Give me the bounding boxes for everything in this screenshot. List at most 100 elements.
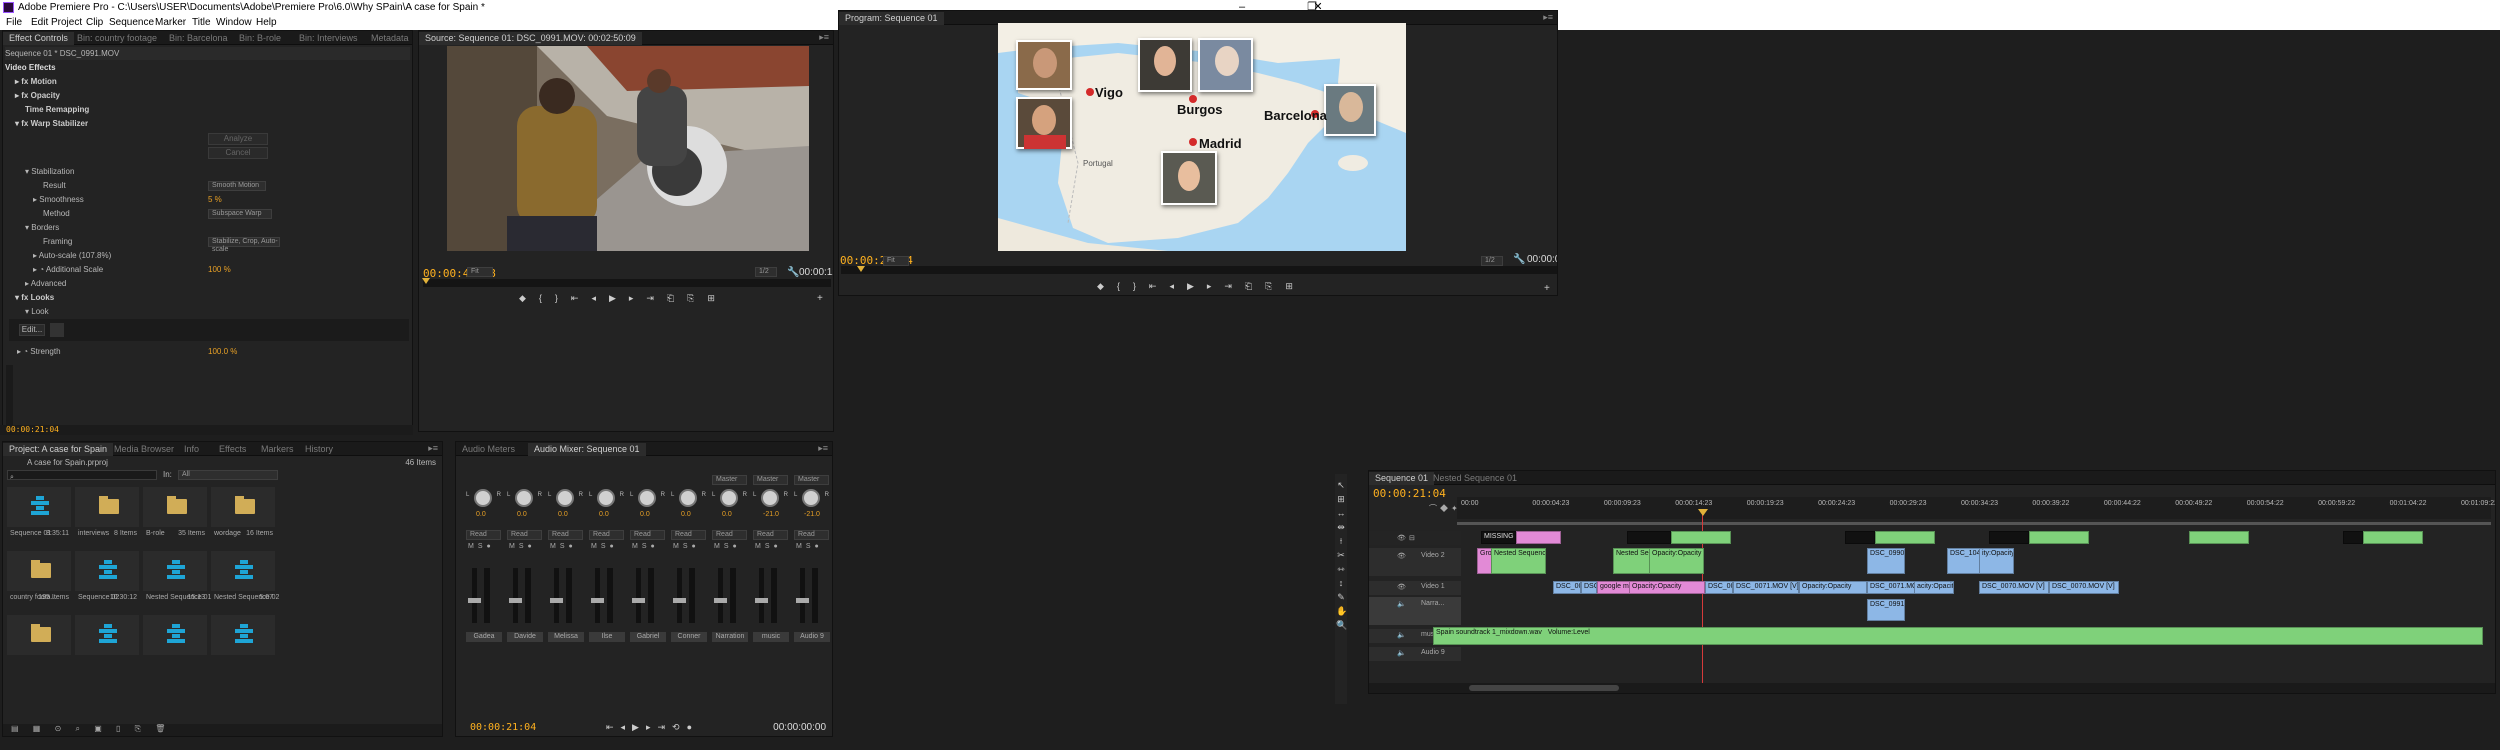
clip-dsc-0071-b[interactable]: DSC_0071.MOV [V] [1867, 581, 1917, 594]
clip-green-1[interactable] [1671, 531, 1731, 544]
pan-value[interactable]: 0.0 [640, 511, 650, 518]
framing-dropdown[interactable]: Stabilize, Crop, Auto-scale [208, 237, 280, 253]
clip-graph[interactable]: MISSING [1481, 531, 1516, 544]
looks-icon[interactable] [50, 323, 64, 337]
project-bin-item[interactable]: B-role 35 Items [143, 487, 207, 545]
clip-dsc-0991[interactable]: DSC_0991.MOV [1867, 599, 1905, 621]
source-transport-controls[interactable]: ◆{}⇤◂▶▸⇥⎗⎘⊞ [519, 293, 739, 305]
automation-dropdown[interactable]: Read [630, 530, 665, 540]
menu-help[interactable]: Help [256, 15, 277, 30]
automation-dropdown[interactable]: Read [753, 530, 788, 540]
project-bin-item[interactable] [211, 615, 275, 673]
volume-fader[interactable] [468, 568, 481, 623]
result-dropdown[interactable]: Smooth Motion [208, 181, 266, 191]
volume-fader[interactable] [714, 568, 727, 623]
tab-bin-interviews[interactable]: Bin: Interviews [293, 32, 364, 45]
pan-value[interactable]: 0.0 [476, 511, 486, 518]
effect-motion[interactable]: ▸ fx Motion [5, 75, 410, 88]
effect-time-remapping[interactable]: Time Remapping [5, 103, 410, 116]
cancel-button[interactable]: Cancel [208, 147, 268, 159]
pan-knob[interactable] [474, 489, 492, 507]
channel-route-dropdown[interactable]: Master [712, 475, 747, 485]
tab-effect-controls[interactable]: Effect Controls [3, 32, 74, 45]
mute-solo-record-buttons[interactable]: MS● [591, 543, 618, 550]
menu-title[interactable]: Title [192, 15, 211, 30]
tab-metadata[interactable]: Metadata [365, 32, 412, 45]
mute-solo-record-buttons[interactable]: MS● [796, 543, 823, 550]
automation-dropdown[interactable]: Read [671, 530, 706, 540]
project-bin-item[interactable]: Nested Sequence 01 15:13 [143, 551, 211, 609]
tool-icons[interactable]: ↖ ⊞ ↔ ⇹ ⟊ ✂ ⇿ ↕ ✎ ✋ 🔍 [1336, 478, 1347, 632]
mixer-panel-menu[interactable]: ▸≡ [818, 443, 828, 454]
tab-bin-b-role[interactable]: Bin: B-role [233, 32, 287, 45]
menu-file[interactable]: File [6, 15, 22, 30]
program-transport-controls[interactable]: ◆{}⇤◂▶▸⇥⎗⎘⊞ [1097, 281, 1317, 293]
effect-looks[interactable]: ▾ fx Looks [5, 291, 410, 304]
tab-effects[interactable]: Effects [213, 443, 252, 456]
project-bin-item[interactable]: Sequence 01 8:35:11 [7, 487, 71, 545]
menu-edit[interactable]: Edit [31, 15, 48, 30]
pan-knob[interactable] [556, 489, 574, 507]
program-fit-dropdown[interactable]: Fit [883, 256, 909, 266]
clip-dsc-0070-a[interactable]: DSC_0070.MOV [V] [1979, 581, 2049, 594]
clip-dsc-c[interactable]: DSC_00... [1705, 581, 1733, 594]
panel-menu-icon[interactable]: ▸≡ [819, 32, 829, 43]
tab-history[interactable]: History [299, 443, 339, 456]
source-add-button[interactable]: + [817, 293, 823, 304]
tab-audio-mixer[interactable]: Audio Mixer: Sequence 01 [528, 443, 646, 456]
pan-knob[interactable] [761, 489, 779, 507]
program-wrench-icon[interactable]: 🔧 [1513, 254, 1525, 265]
project-bin-item[interactable] [143, 615, 207, 673]
automation-dropdown[interactable]: Read [507, 530, 542, 540]
volume-fader[interactable] [509, 568, 522, 623]
clip-green-3[interactable] [2029, 531, 2089, 544]
effect-controls-scrollbar[interactable] [6, 365, 13, 425]
clip-dsc-b[interactable]: DSC [1581, 581, 1597, 594]
clip-green-4[interactable] [2189, 531, 2249, 544]
eye-icon[interactable]: 👁 [1397, 534, 1406, 542]
mute-solo-record-buttons[interactable]: MS● [714, 543, 741, 550]
narration-speaker-icon[interactable]: 🔈 [1397, 600, 1406, 608]
project-bin-item[interactable] [75, 615, 139, 673]
wrench-icon[interactable]: 🔧 [787, 267, 799, 278]
project-bottom-toolbar[interactable]: ▤ ▦ ⊙ ⌕ ▣ ▯ ⎘ 🗑 [3, 724, 442, 736]
clip-opacity-3[interactable]: Opacity:Opacity [1799, 581, 1867, 594]
mute-solo-record-buttons[interactable]: MS● [632, 543, 659, 550]
pan-knob[interactable] [597, 489, 615, 507]
source-resolution-dropdown[interactable]: 1/2 [755, 267, 777, 277]
tab-audio-meters[interactable]: Audio Meters [456, 443, 521, 456]
pan-knob[interactable] [679, 489, 697, 507]
clip-dsc-0071-a[interactable]: DSC_0071.MOV [V] [1733, 581, 1799, 594]
tab-source[interactable]: Source: Sequence 01: DSC_0991.MOV: 00:02… [419, 32, 642, 45]
tab-info[interactable]: Info [178, 443, 205, 456]
mute-solo-record-buttons[interactable]: MS● [673, 543, 700, 550]
timeline-ruler[interactable]: 00:00 00:00:04:23 00:00:09:23 00:00:14:23 00… [1457, 497, 2495, 519]
volume-fader[interactable] [796, 568, 809, 623]
program-resolution-dropdown[interactable]: 1/2 [1481, 256, 1503, 266]
project-bin-item[interactable] [7, 615, 71, 673]
audio-9-speaker-icon[interactable]: 🔈 [1397, 649, 1406, 657]
clip-opacity-4[interactable]: ity:Opacity [1979, 548, 2014, 574]
clip-black-2[interactable] [1845, 531, 1875, 544]
program-time-ruler[interactable] [841, 266, 1557, 274]
pan-value[interactable]: 0.0 [681, 511, 691, 518]
menu-sequence[interactable]: Sequence [109, 15, 154, 30]
project-panel-menu[interactable]: ▸≡ [428, 443, 438, 454]
channel-route-dropdown[interactable]: Master [794, 475, 829, 485]
volume-fader[interactable] [673, 568, 686, 623]
automation-dropdown[interactable]: Read [589, 530, 624, 540]
clip-nested-01[interactable]: Nested Sequence 01 [V] [1491, 548, 1546, 574]
clip-green-2[interactable] [1875, 531, 1935, 544]
automation-dropdown[interactable]: Read [466, 530, 501, 540]
clip-dsc-0070-b[interactable]: DSC_0070.MOV [V] [2049, 581, 2119, 594]
mute-solo-record-buttons[interactable]: MS● [468, 543, 495, 550]
pan-knob[interactable] [515, 489, 533, 507]
video-1-eye-icon[interactable]: 👁 [1397, 583, 1406, 591]
mute-solo-record-buttons[interactable]: MS● [550, 543, 577, 550]
mixer-transport-controls[interactable]: ⇤◂▶▸⇥⟲● [606, 722, 699, 733]
program-add-button[interactable]: + [1544, 283, 1550, 294]
effect-warp-stabilizer[interactable]: ▾ fx Warp Stabilizer [5, 117, 410, 130]
clip-spain-soundtrack[interactable]: Spain soundtrack 1_mixdown.wav Volume:Le… [1433, 627, 2483, 645]
source-fit-dropdown[interactable]: Fit [467, 267, 493, 277]
pan-knob[interactable] [638, 489, 656, 507]
